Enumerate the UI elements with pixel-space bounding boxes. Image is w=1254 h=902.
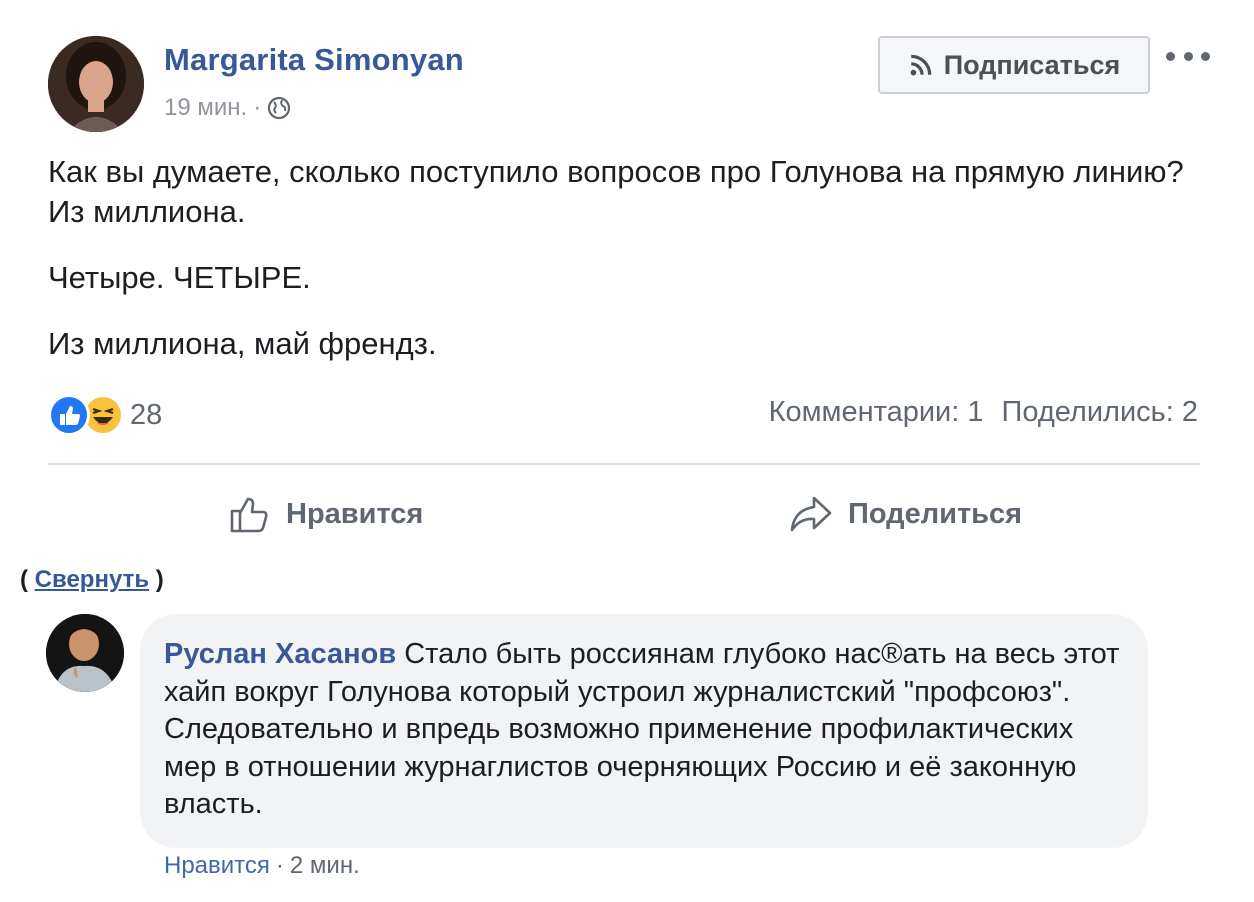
comment-timestamp[interactable]: 2 мин. bbox=[290, 852, 360, 880]
post-stats: Комментарии: 1 Поделились: 2 bbox=[769, 396, 1198, 429]
commenter-avatar[interactable] bbox=[46, 614, 124, 692]
author-avatar[interactable] bbox=[48, 36, 144, 132]
divider bbox=[48, 463, 1200, 465]
share-button-label: Поделиться bbox=[848, 497, 1023, 530]
post-paragraph: Как вы думаете, сколько поступило вопрос… bbox=[48, 154, 1184, 229]
post-meta: 19 мин. · bbox=[164, 94, 291, 122]
share-button[interactable]: Поделиться bbox=[788, 490, 1022, 538]
reactions-summary[interactable]: 28 bbox=[48, 394, 162, 436]
post-paragraph: Четыре. ЧЕТЫРЕ. bbox=[48, 260, 311, 295]
share-arrow-icon bbox=[790, 496, 832, 532]
follow-button-label: Подписаться bbox=[943, 49, 1121, 80]
collapse-link[interactable]: Свернуть bbox=[35, 566, 149, 593]
comment-footer: Нравится · 2 мин. bbox=[164, 852, 360, 880]
like-button-label: Нравится bbox=[286, 497, 424, 530]
meta-separator: · bbox=[253, 94, 262, 121]
post-timestamp[interactable]: 19 мин. bbox=[164, 94, 247, 122]
comment-like-link[interactable]: Нравится bbox=[164, 852, 270, 880]
post-paragraph: Из миллиона, май френдз. bbox=[48, 326, 437, 361]
comments-count-link[interactable]: Комментарии: 1 bbox=[769, 396, 984, 429]
reaction-count: 28 bbox=[130, 398, 163, 431]
like-button[interactable]: Нравится bbox=[228, 490, 423, 538]
post-text: Как вы думаете, сколько поступило вопрос… bbox=[48, 152, 1208, 390]
thumbs-up-icon bbox=[230, 497, 268, 533]
comment-footer-separator: · bbox=[275, 852, 284, 879]
collapse-control: ( Свернуть ) bbox=[20, 566, 164, 594]
shares-count-link[interactable]: Поделились: 2 bbox=[1001, 396, 1198, 429]
more-icon[interactable] bbox=[1166, 44, 1210, 68]
globe-icon bbox=[268, 96, 291, 120]
follow-button[interactable]: Подписаться bbox=[878, 36, 1150, 94]
collapse-paren-open: ( bbox=[20, 566, 28, 593]
rss-icon bbox=[910, 54, 932, 76]
commenter-name[interactable]: Руслан Хасанов bbox=[164, 638, 396, 670]
like-reaction-icon bbox=[48, 394, 90, 436]
post-author-name[interactable]: Margarita Simonyan bbox=[164, 42, 464, 78]
collapse-paren-close: ) bbox=[155, 566, 164, 593]
comment-bubble: Руслан Хасанов Стало быть россиянам глуб… bbox=[140, 614, 1148, 848]
